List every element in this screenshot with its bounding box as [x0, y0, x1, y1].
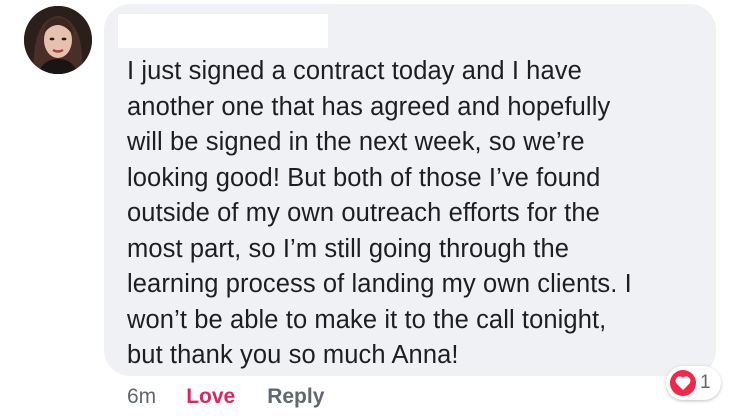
- comment: I just signed a contract today and I hav…: [0, 0, 738, 420]
- timestamp[interactable]: 6m: [127, 385, 156, 409]
- avatar[interactable]: [24, 6, 92, 74]
- avatar-photo: [24, 6, 92, 74]
- heart-icon: [670, 370, 696, 396]
- reaction-count: 1: [700, 372, 711, 393]
- comment-actions: 6m Love Reply: [127, 382, 324, 412]
- reply-button[interactable]: Reply: [267, 385, 324, 409]
- reaction-summary[interactable]: 1: [666, 366, 721, 400]
- comment-text: I just signed a contract today and I hav…: [127, 57, 632, 369]
- redacted-author-name: [118, 14, 328, 48]
- love-button[interactable]: Love: [186, 385, 235, 409]
